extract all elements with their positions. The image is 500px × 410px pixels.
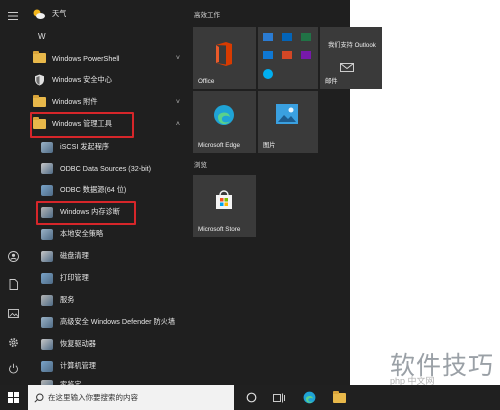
list-item-disk-cleanup[interactable]: 磁盘清理 [40, 245, 190, 267]
start-rail [0, 0, 26, 385]
excel-icon [301, 33, 311, 41]
tile-photos[interactable]: 图片 [258, 91, 318, 153]
services-icon [40, 294, 54, 307]
list-item-iscsi[interactable]: iSCSI 发起程序 [40, 136, 190, 158]
gear-icon[interactable] [0, 330, 26, 354]
list-item-security-center[interactable]: Windows 安全中心 [32, 69, 182, 91]
outlook-icon [263, 51, 273, 59]
search-placeholder: 在这里输入你要搜索的内容 [48, 393, 138, 402]
chevron-down-icon: ˅ [175, 54, 180, 62]
list-item-label: 计算机管理 [60, 361, 96, 370]
windows-logo-icon[interactable] [0, 385, 26, 410]
list-item-label: iSCSI 发起程序 [60, 142, 110, 151]
cortana-circle-icon[interactable] [238, 385, 264, 410]
tile-label: Microsoft Edge [198, 142, 240, 149]
office-icon [216, 42, 232, 66]
tile-edge[interactable]: Microsoft Edge [193, 91, 256, 153]
tile-app-group[interactable] [258, 27, 318, 89]
onenote-icon [301, 51, 311, 59]
printer-icon [40, 272, 54, 285]
folder-icon [32, 51, 46, 65]
folder-icon [32, 95, 46, 109]
shield-icon [32, 74, 46, 87]
list-item-label: ODBC 数据源(64 位) [60, 185, 127, 194]
list-item-print-management[interactable]: 打印管理 [40, 267, 190, 289]
recovery-drive-icon [40, 338, 54, 351]
list-item-label: 打印管理 [60, 273, 89, 282]
mail-icon [340, 63, 354, 72]
tile-store[interactable]: Microsoft Store [193, 175, 256, 237]
store-icon [216, 190, 232, 209]
onedrive-icon [282, 33, 292, 41]
mail-tile-caption: 我们支持 Outlook [328, 42, 376, 49]
list-item-recovery-drive[interactable]: 恢复驱动器 [40, 333, 190, 355]
list-item-label: 服务 [60, 295, 75, 304]
weather-icon [32, 8, 46, 21]
letter-header-w[interactable]: W [38, 32, 46, 41]
power-icon[interactable] [0, 356, 26, 380]
list-item-label: Windows 附件 [52, 97, 98, 106]
section-title-productivity: 高效工作 [194, 12, 220, 19]
task-view-icon[interactable] [266, 385, 292, 410]
word-icon [263, 33, 273, 41]
photos-icon [276, 104, 298, 124]
edge-icon [214, 105, 234, 125]
list-item-powershell[interactable]: Windows PowerShell ˅ [32, 47, 182, 69]
list-item-label: 恢复驱动器 [60, 339, 96, 348]
list-item-accessories[interactable]: Windows 附件 ˅ [32, 91, 182, 113]
list-item-defender-firewall[interactable]: 高级安全 Windows Defender 防火墙 [40, 311, 190, 333]
taskbar-folder-icon[interactable] [326, 385, 352, 410]
list-item-label: 高级安全 Windows Defender 防火墙 [60, 317, 176, 326]
taskbar-search-box[interactable]: 在这里输入你要搜索的内容 [28, 385, 234, 410]
tile-mail[interactable]: 我们支持 Outlook 邮件 [320, 27, 382, 89]
highlight-box-admin-tools [30, 112, 134, 138]
skype-icon [263, 69, 273, 79]
chevron-down-icon: ˅ [175, 98, 180, 106]
list-item-label: 磁盘清理 [60, 251, 89, 260]
security-policy-icon [40, 228, 54, 241]
start-menu: 天气 W Windows PowerShell ˅ Windows 安全中心 Wind… [0, 0, 382, 391]
list-item-weather[interactable]: 天气 [32, 3, 182, 25]
tile-label: Microsoft Store [198, 226, 241, 233]
list-item-odbc-64[interactable]: ODBC 数据源(64 位) [40, 179, 190, 201]
odbc-icon [40, 184, 54, 197]
tile-label: 邮件 [325, 78, 338, 85]
list-item-services[interactable]: 服务 [40, 289, 190, 311]
search-icon [34, 392, 44, 403]
app-list: 天气 W Windows PowerShell ˅ Windows 安全中心 Wind… [26, 0, 186, 391]
list-item-label: 天气 [52, 9, 67, 18]
highlight-box-memory-diagnostic [36, 201, 136, 225]
tile-office[interactable]: Office [193, 27, 256, 89]
list-item-local-security-policy[interactable]: 本地安全策略 [40, 223, 190, 245]
disk-cleanup-icon [40, 250, 54, 263]
picture-icon[interactable] [0, 301, 26, 325]
firewall-icon [40, 316, 54, 329]
watermark: 软件技巧 php 中文网 [352, 340, 500, 386]
document-icon[interactable] [0, 272, 26, 296]
list-item-label: 本地安全策略 [60, 229, 104, 238]
odbc-icon [40, 162, 54, 175]
list-item-label: Windows 安全中心 [52, 75, 112, 84]
list-item-label: Windows PowerShell [52, 53, 120, 63]
list-item-label: ODBC Data Sources (32-bit) [60, 163, 152, 173]
tiles-area: 高效工作 Office 我们支持 Outlook 邮件 Microsoft Ed… [190, 0, 382, 385]
section-title-browse: 浏览 [194, 162, 207, 169]
chevron-up-icon: ˄ [175, 120, 180, 128]
taskbar-edge-icon[interactable] [296, 385, 322, 410]
tile-label: 图片 [263, 142, 276, 149]
tile-label: Office [198, 78, 215, 85]
hamburger-icon[interactable] [0, 4, 26, 28]
taskbar: 在这里输入你要搜索的内容 [0, 385, 500, 410]
list-item-odbc-32[interactable]: ODBC Data Sources (32-bit) [40, 157, 190, 179]
powerpoint-icon [282, 51, 292, 59]
user-icon[interactable] [0, 244, 26, 268]
computer-management-icon [40, 360, 54, 373]
iscsi-icon [40, 141, 54, 154]
